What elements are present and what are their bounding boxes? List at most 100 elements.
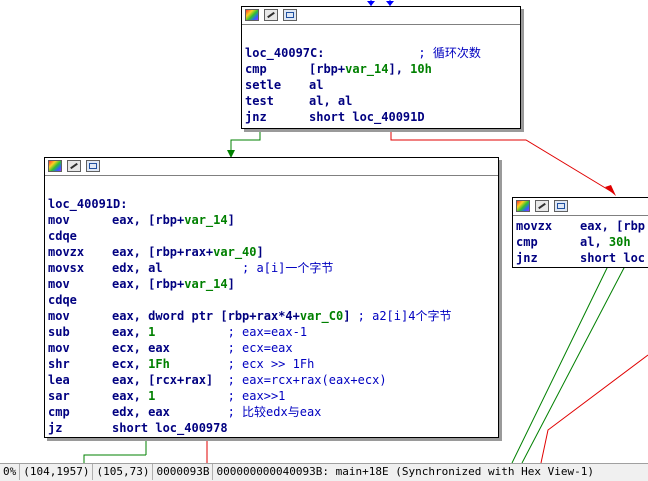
mnemonic: jnz — [245, 110, 267, 124]
code-line[interactable]: mov ecx, eax ; ecx=eax — [48, 340, 498, 356]
mnemonic: cmp — [245, 62, 267, 76]
status-zoom: 0% — [0, 464, 21, 480]
block-toolbar — [45, 158, 498, 176]
edit-icon[interactable] — [67, 160, 81, 172]
mnemonic: cmp — [48, 405, 70, 419]
right-green-edge-2 — [521, 265, 626, 463]
operand: ] — [227, 213, 235, 227]
variable-ref[interactable]: var_C0 — [300, 309, 343, 323]
operand: ] — [256, 245, 264, 259]
mnemonic: movzx — [516, 219, 553, 233]
operand: eax, [rbp+rax+ — [112, 245, 214, 259]
immediate-value: 30h — [608, 235, 631, 249]
code-line[interactable]: cmp [rbp+var_14], 10h — [245, 61, 520, 77]
status-graph-coords: (104,1957) — [20, 464, 94, 480]
code-line[interactable]: test al, al — [245, 93, 520, 109]
variable-ref[interactable]: var_14 — [184, 277, 227, 291]
operand: eax, — [112, 389, 149, 403]
code-line[interactable]: mov eax, [rbp+var_14] — [48, 276, 498, 292]
mnemonic: sar — [48, 389, 70, 403]
code-line[interactable]: jnz short loc — [516, 250, 648, 266]
edit-icon[interactable] — [264, 9, 278, 21]
code-block-right[interactable]: movzx eax, [rbp cmp al, 30h jnz short loc — [512, 197, 648, 268]
operand: short loc — [580, 251, 646, 265]
operand: ecx, eax — [112, 341, 170, 355]
variable-ref[interactable]: var_40 — [213, 245, 256, 259]
code-line[interactable]: loc_40091D: — [48, 196, 498, 212]
operand: short loc_40091D — [309, 110, 425, 124]
operand: eax, dword ptr [rbp+rax*4+ — [112, 309, 300, 323]
graph-view-icon[interactable] — [554, 200, 568, 212]
code-line[interactable]: shr ecx, 1Fh ; ecx >> 1Fh — [48, 356, 498, 372]
code-line[interactable]: sub eax, 1 ; eax=eax-1 — [48, 324, 498, 340]
variable-ref[interactable]: var_14 — [345, 62, 388, 76]
operand: eax, [rbp — [580, 219, 646, 233]
mnemonic: jz — [48, 421, 63, 435]
mnemonic: jnz — [516, 251, 538, 265]
edit-icon[interactable] — [535, 200, 549, 212]
code-line[interactable]: mov eax, dword ptr [rbp+rax*4+var_C0] ; a… — [48, 308, 498, 324]
operand: edx, eax — [112, 405, 170, 419]
graph-view-icon[interactable] — [86, 160, 100, 172]
code-line[interactable]: cmp al, 30h — [516, 234, 648, 250]
right-green-edge-1 — [511, 265, 609, 463]
mnemonic: cmp — [516, 235, 538, 249]
status-bar: 0% (104,1957) (105,73) 0000093B 000000000040… — [0, 463, 648, 481]
code-label[interactable]: loc_40091D: — [48, 197, 127, 211]
code-comment: ; a2[i]4个字节 — [350, 309, 452, 323]
code-comment: ; eax=rcx+rax(eax+ecx) — [213, 373, 387, 387]
code-line[interactable]: mov eax, [rbp+var_14] — [48, 212, 498, 228]
code-line[interactable]: cmp edx, eax ; 比较edx与eax — [48, 404, 498, 420]
block-toolbar — [513, 198, 648, 216]
code-line[interactable]: jnz short loc_40091D — [245, 109, 520, 125]
status-file-offset: 0000093B — [153, 464, 214, 480]
code-line[interactable]: lea eax, [rcx+rax] ; eax=rcx+rax(eax+ecx) — [48, 372, 498, 388]
operand: ], — [388, 62, 411, 76]
color-palette-icon[interactable] — [245, 9, 259, 21]
mnemonic: shr — [48, 357, 70, 371]
true-edge — [230, 127, 261, 152]
color-palette-icon[interactable] — [48, 160, 62, 172]
mnemonic: movsx — [48, 261, 85, 275]
code-comment: ; eax=eax-1 — [155, 325, 308, 339]
code-block-loc-40097c[interactable]: loc_40097C: ; 循环次数 cmp [rbp+var_14], 10h se… — [241, 6, 521, 129]
block-instructions: loc_40091D: mov eax, [rbp+var_14] cdqe movzx… — [45, 176, 498, 436]
mnemonic: mov — [48, 309, 70, 323]
operand: al — [309, 78, 324, 92]
code-line[interactable]: cdqe — [48, 228, 498, 244]
false-edge-arrowhead — [605, 185, 616, 196]
code-block-loc-40091d[interactable]: loc_40091D: mov eax, [rbp+var_14] cdqe movzx… — [44, 157, 499, 438]
mnemonic: test — [245, 94, 274, 108]
code-line[interactable]: sar eax, 1 ; eax>>1 — [48, 388, 498, 404]
operand: eax, [rbp+ — [112, 277, 185, 291]
code-comment: ; 比较edx与eax — [169, 405, 322, 419]
operand: al, al — [309, 94, 353, 108]
immediate-value: 1Fh — [148, 357, 170, 371]
code-line[interactable]: movzx eax, [rbp — [516, 218, 648, 234]
code-line[interactable]: movzx eax, [rbp+rax+var_40] — [48, 244, 498, 260]
code-line[interactable]: loc_40097C: ; 循环次数 — [245, 45, 520, 61]
block-instructions: loc_40097C: ; 循环次数 cmp [rbp+var_14], 10h se… — [242, 25, 520, 125]
code-line[interactable]: jz short loc_400978 — [48, 420, 498, 436]
graph-view-icon[interactable] — [283, 9, 297, 21]
code-line[interactable]: movsx edx, al ; a[i]一个字节 — [48, 260, 498, 276]
immediate-value: 10h — [410, 62, 432, 76]
code-comment: ; eax>>1 — [155, 389, 286, 403]
code-line[interactable]: setle al — [245, 77, 520, 93]
operand: ecx, — [112, 357, 149, 371]
code-comment: ; a[i]一个字节 — [162, 261, 334, 275]
mnemonic: mov — [48, 341, 70, 355]
variable-ref[interactable]: var_14 — [184, 213, 227, 227]
mnemonic: setle — [245, 78, 282, 92]
operand: eax, — [112, 325, 149, 339]
operand: short loc_400978 — [112, 421, 228, 435]
operand: eax, [rbp+ — [112, 213, 185, 227]
block-instructions: movzx eax, [rbp cmp al, 30h jnz short loc — [513, 216, 648, 266]
operand: edx, al — [112, 261, 163, 275]
mnemonic: mov — [48, 213, 70, 227]
code-line[interactable]: cdqe — [48, 292, 498, 308]
color-palette-icon[interactable] — [516, 200, 530, 212]
code-label[interactable]: loc_40097C: — [245, 46, 324, 60]
